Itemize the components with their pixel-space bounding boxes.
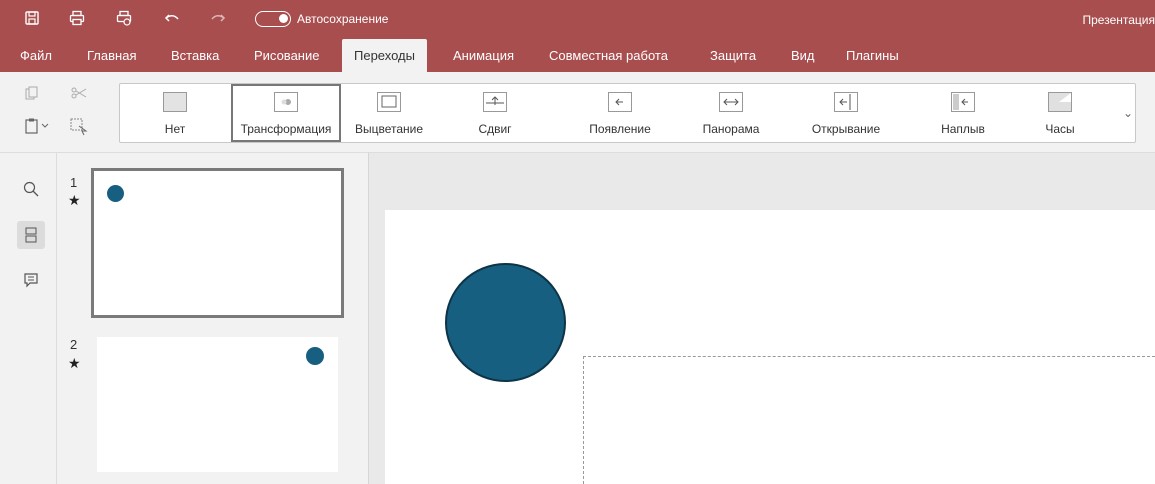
transition-star-icon: ★ — [68, 192, 81, 208]
quick-print-icon[interactable] — [116, 10, 134, 28]
copy-icon[interactable] — [25, 86, 39, 103]
cover-transition-icon — [951, 92, 975, 112]
fade-transition-icon — [377, 92, 401, 112]
transition-fade[interactable]: Выцветание — [346, 84, 432, 142]
tab-plugins[interactable]: Плагины — [846, 39, 899, 72]
cut-icon[interactable] — [71, 86, 87, 103]
tab-protection[interactable]: Защита — [710, 39, 756, 72]
uncover-transition-icon — [834, 92, 858, 112]
clock-transition-icon — [1048, 92, 1072, 112]
transition-label: Наплыв — [941, 122, 985, 136]
print-icon[interactable] — [69, 10, 87, 28]
text-placeholder[interactable] — [583, 356, 1155, 484]
transition-label: Трансформация — [240, 122, 332, 136]
transition-label: Сдвиг — [478, 122, 512, 136]
morph-transition-icon — [274, 92, 298, 112]
undo-icon[interactable] — [164, 10, 182, 28]
paste-icon[interactable] — [25, 118, 49, 137]
transition-split[interactable]: Панорама — [686, 84, 776, 142]
tab-transitions[interactable]: Переходы — [342, 39, 427, 72]
slide-number: 1 — [70, 175, 78, 190]
slide-thumbnail-2[interactable] — [97, 337, 338, 472]
circle-shape[interactable] — [445, 263, 566, 382]
transition-cover[interactable]: Наплыв — [920, 84, 1006, 142]
redo-icon[interactable] — [210, 10, 228, 28]
push-transition-icon — [483, 92, 507, 112]
tab-collaboration[interactable]: Совместная работа — [549, 39, 668, 72]
transition-morph[interactable]: Трансформация — [231, 84, 341, 142]
slide-number: 2 — [70, 337, 78, 352]
transition-wipe[interactable]: Появление — [570, 84, 670, 142]
transition-label: Появление — [589, 122, 651, 136]
transition-uncover[interactable]: Открывание — [796, 84, 896, 142]
transition-push[interactable]: Сдвиг — [450, 84, 540, 142]
autosave-control[interactable]: Автосохранение — [255, 11, 388, 27]
transition-label: Открывание — [811, 122, 881, 136]
autosave-label: Автосохранение — [297, 12, 389, 26]
tab-home[interactable]: Главная — [87, 39, 136, 72]
tab-draw[interactable]: Рисование — [254, 39, 319, 72]
tab-animation[interactable]: Анимация — [453, 39, 514, 72]
tab-view[interactable]: Вид — [791, 39, 815, 72]
slide-thumbnail-1[interactable] — [91, 168, 344, 318]
tab-file[interactable]: Файл — [20, 39, 52, 72]
transition-gallery: Нет Трансформация Выцветание Сдвиг Появл… — [119, 83, 1136, 143]
transition-label: Часы — [1045, 122, 1075, 136]
autosave-toggle[interactable] — [255, 11, 291, 27]
save-icon[interactable] — [24, 10, 42, 28]
slides-panel-icon[interactable] — [17, 221, 45, 249]
split-transition-icon — [719, 92, 743, 112]
transition-clock[interactable]: Часы — [1022, 84, 1098, 142]
left-sidebar — [0, 153, 57, 484]
none-transition-icon — [163, 92, 187, 112]
comments-icon[interactable] — [17, 266, 45, 294]
transition-star-icon: ★ — [68, 355, 81, 371]
tab-insert[interactable]: Вставка — [171, 39, 219, 72]
gallery-expand-chevron-icon[interactable]: ⌄ — [1121, 83, 1135, 143]
document-title: Презентация — [1082, 13, 1155, 27]
transition-label: Панорама — [702, 122, 760, 136]
search-icon[interactable] — [17, 175, 45, 203]
circle-shape-thumb — [107, 185, 124, 202]
format-painter-icon[interactable] — [70, 118, 88, 139]
transition-label: Выцветание — [354, 122, 424, 136]
transition-none[interactable]: Нет — [135, 84, 215, 142]
circle-shape-thumb — [306, 347, 324, 365]
transition-label: Нет — [164, 122, 186, 136]
wipe-transition-icon — [608, 92, 632, 112]
